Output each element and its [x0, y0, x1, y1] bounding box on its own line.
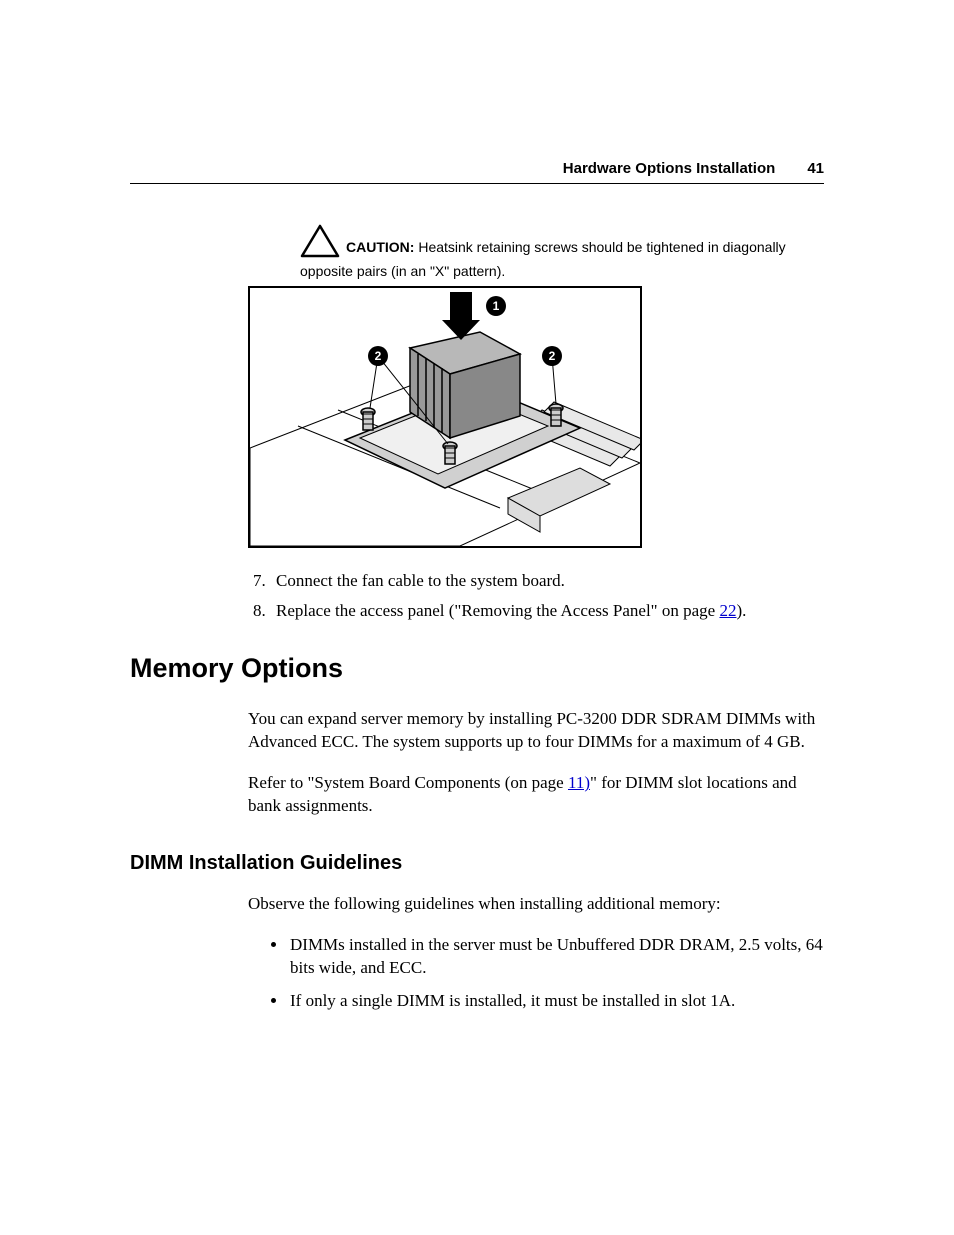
step-8: Replace the access panel ("Removing the … [270, 598, 824, 624]
steps-block: Connect the fan cable to the system boar… [130, 568, 824, 623]
memory-para-2-prefix: Refer to "System Board Components (on pa… [248, 773, 568, 792]
memory-options-heading: Memory Options [130, 653, 824, 684]
indented-content: CAUTION: Heatsink retaining screws shoul… [130, 224, 824, 548]
document-page: Hardware Options Installation 41 CAUTION… [0, 0, 954, 1171]
dimm-intro: Observe the following guidelines when in… [248, 893, 824, 916]
heatsink-install-figure: 1 2 2 [248, 286, 642, 548]
dimm-bullet-2: If only a single DIMM is installed, it m… [288, 990, 824, 1013]
dimm-bullet-1: DIMMs installed in the server must be Un… [288, 934, 824, 980]
memory-para-2: Refer to "System Board Components (on pa… [248, 772, 824, 818]
step-7: Connect the fan cable to the system boar… [270, 568, 824, 594]
dimm-bullet-list: DIMMs installed in the server must be Un… [248, 934, 824, 1013]
heatsink-svg [250, 288, 640, 546]
memory-options-body: You can expand server memory by installi… [130, 708, 824, 818]
memory-para-2-link[interactable]: 11) [568, 773, 590, 792]
step-8-page-link[interactable]: 22 [719, 601, 736, 620]
steps-list: Connect the fan cable to the system boar… [248, 568, 824, 623]
header-section-title: Hardware Options Installation [563, 160, 776, 177]
step-8-text-suffix: ). [736, 601, 746, 620]
caution-triangle-icon [300, 224, 340, 262]
page-header: Hardware Options Installation 41 [130, 160, 824, 184]
header-page-number: 41 [807, 160, 824, 177]
caution-block: CAUTION: Heatsink retaining screws shoul… [300, 224, 802, 280]
caution-label: CAUTION: [346, 239, 414, 255]
step-8-text-prefix: Replace the access panel ("Removing the … [276, 601, 719, 620]
memory-para-1: You can expand server memory by installi… [248, 708, 824, 754]
dimm-guidelines-heading: DIMM Installation Guidelines [130, 852, 824, 875]
dimm-guidelines-body: Observe the following guidelines when in… [130, 893, 824, 1013]
